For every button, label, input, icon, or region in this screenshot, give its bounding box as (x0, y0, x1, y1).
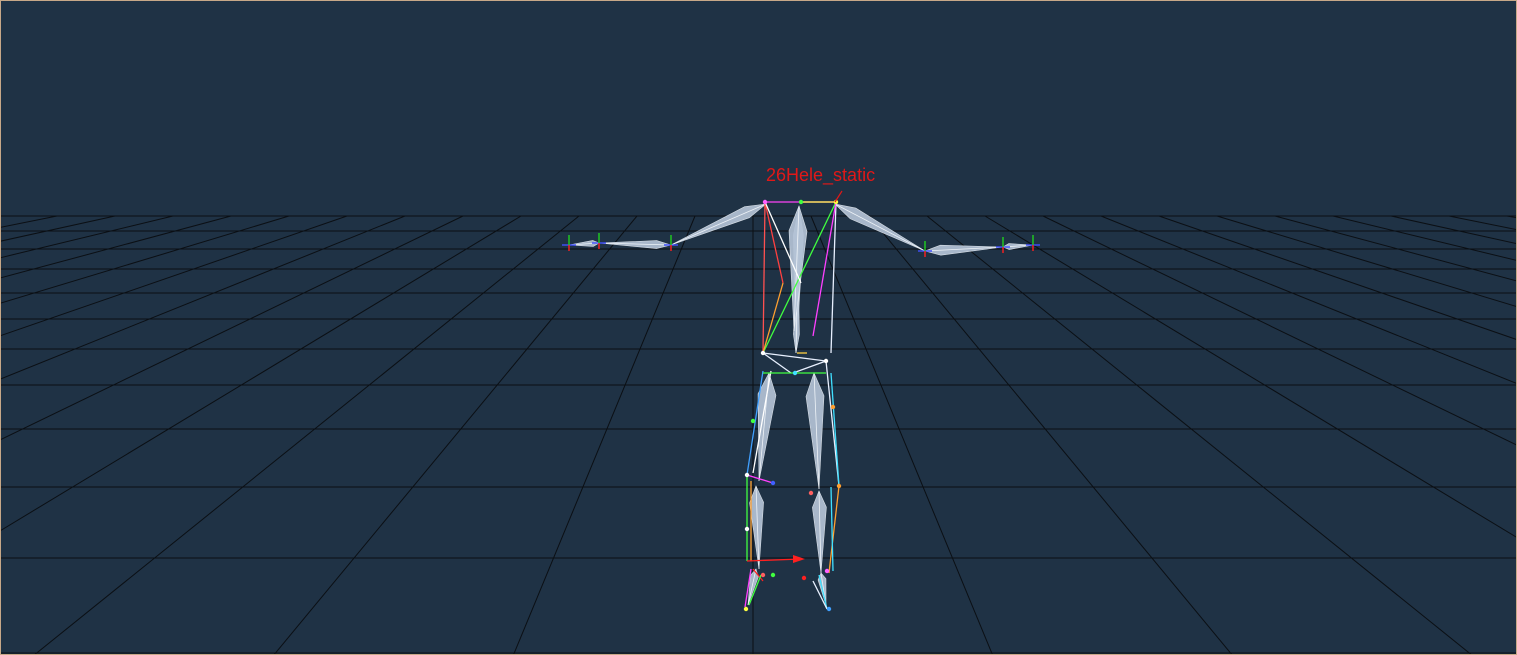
marker-12 (760, 572, 766, 578)
3d-viewport[interactable]: 26Hele_static (1, 1, 1516, 654)
marker-13 (770, 572, 776, 578)
grid-line-v-27 (1390, 215, 1516, 244)
direction-arrow-head (793, 555, 805, 563)
marker-15 (743, 606, 749, 612)
marker-6 (830, 404, 836, 410)
right-upper-arm-bone-ridge (834, 203, 926, 252)
marker-0 (762, 199, 768, 205)
grid-line-v-6 (1, 215, 174, 259)
grid-line-v-7 (1, 215, 232, 279)
marker-16 (826, 606, 832, 612)
marker-14 (801, 575, 807, 581)
marker-2 (798, 199, 804, 205)
scene-canvas[interactable] (1, 1, 1516, 654)
grid-line-v-13 (34, 215, 580, 654)
label-leader-line (834, 190, 843, 203)
grid-line-v-25 (1274, 215, 1516, 282)
grid-line-v-8 (1, 215, 290, 304)
grid-line-v-29 (1506, 215, 1516, 219)
marker-stick-3 (764, 201, 784, 284)
marker-11 (744, 526, 750, 532)
grid-line-v-15 (513, 215, 696, 654)
grid-line-v-9 (1, 215, 348, 337)
grid-line-v-28 (1448, 215, 1516, 231)
grid-line-v-12 (1, 215, 522, 531)
grid-line-v-19 (926, 215, 1472, 654)
marker-9 (808, 490, 814, 496)
grid-line-v-10 (1, 215, 406, 380)
subject-name-label: 26Hele_static (766, 165, 876, 185)
grid-line-v-17 (810, 215, 993, 654)
left-upper-arm-bone-ridge (670, 203, 767, 246)
marker-7 (744, 472, 750, 478)
marker-stick-21 (828, 485, 840, 574)
marker-10 (836, 483, 842, 489)
grid-line-v-23 (1158, 215, 1516, 340)
grid-line-v-22 (1100, 215, 1516, 384)
marker-stick-12 (792, 360, 827, 374)
marker-5 (792, 370, 798, 376)
marker-4 (823, 358, 829, 364)
marker-18 (824, 568, 830, 574)
grid-line-v-26 (1332, 215, 1516, 261)
marker-stick-20 (746, 558, 802, 562)
grid-line-v-5 (1, 215, 116, 242)
marker-8 (770, 480, 776, 486)
skeleton-bones (568, 203, 1034, 606)
marker-3 (760, 350, 766, 356)
grid-line-v-20 (984, 215, 1516, 538)
grid-line-v-24 (1216, 215, 1516, 307)
marker-17 (750, 418, 756, 424)
grid-line-v-21 (1042, 215, 1516, 446)
marker-stick-2 (762, 201, 766, 354)
